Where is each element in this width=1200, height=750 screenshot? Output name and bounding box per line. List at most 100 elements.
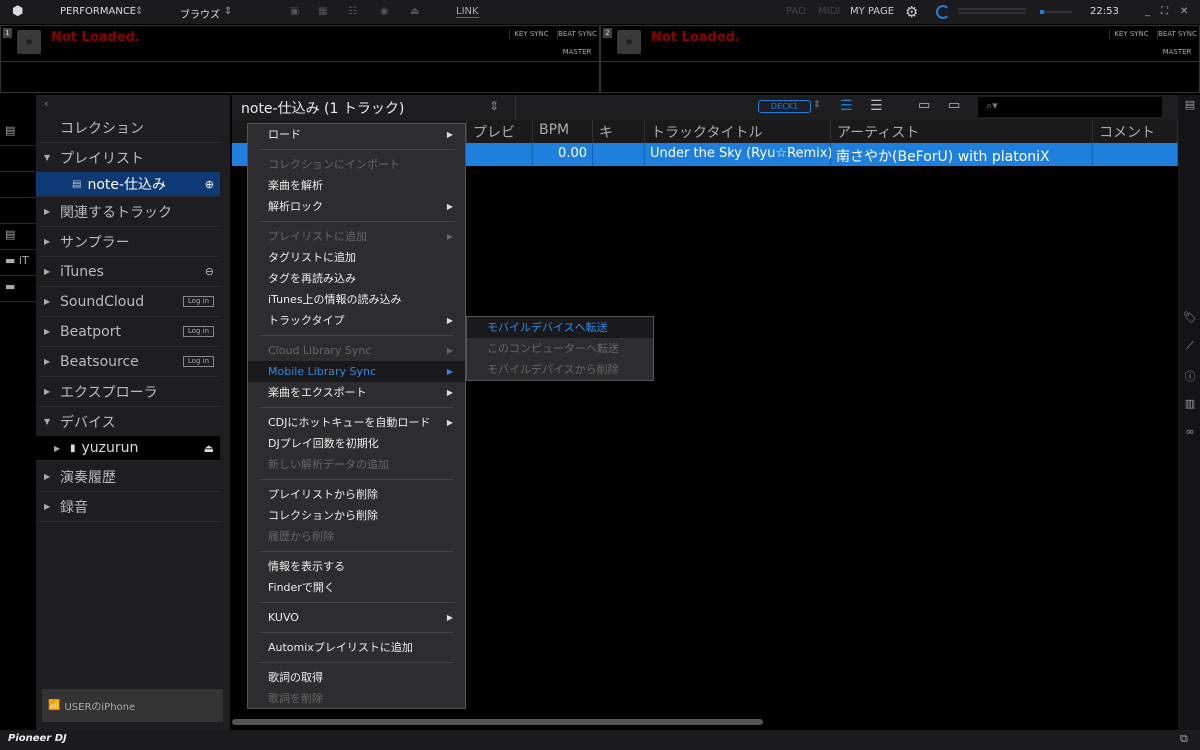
link-chain-icon[interactable]: ∞	[1181, 425, 1199, 445]
menu-item[interactable]: 情報を表示する	[248, 556, 465, 577]
add-icon[interactable]: ⊕	[205, 178, 214, 191]
expander-icon[interactable]: ▶	[44, 327, 60, 336]
column-header-artist[interactable]: アーティスト	[831, 120, 1093, 143]
fx-icon[interactable]: ▣	[290, 6, 299, 17]
deck-chevron-icon[interactable]: ⇕	[813, 100, 821, 110]
mixer-icon[interactable]: ☷	[348, 6, 357, 17]
playlist-icon[interactable]: ▤	[0, 120, 36, 146]
refresh-icon[interactable]: ⊖	[205, 265, 214, 278]
column-header-preview[interactable]: プレビュー	[467, 120, 533, 161]
key-sync-button[interactable]: KEY SYNC	[1109, 30, 1153, 39]
sampler-grid-icon[interactable]: ▦	[318, 6, 327, 17]
horizontal-scrollbar[interactable]	[232, 719, 763, 725]
menu-item[interactable]: CDJにホットキューを自動ロード ▶	[248, 412, 465, 433]
menu-item[interactable]: ロード ▶	[248, 124, 465, 145]
menu-item[interactable]: Automixプレイリストに追加	[248, 637, 465, 658]
login-button[interactable]: Log in	[182, 356, 214, 367]
menu-item[interactable]: タグリストに追加	[248, 247, 465, 268]
menu-item[interactable]: 解析ロック ▶	[248, 196, 465, 217]
record-icon[interactable]: ◉	[380, 6, 389, 17]
expander-icon[interactable]: ▼	[44, 153, 60, 162]
menu-item[interactable]: コレクションから削除	[248, 505, 465, 526]
column-header-bpm[interactable]: BPM	[533, 120, 593, 143]
panel-layout-icon[interactable]: ▭	[918, 98, 930, 113]
sidebar-item[interactable]: ▶ エクスプローラ	[36, 377, 220, 407]
sidebar-item[interactable]: コレクション	[36, 113, 220, 143]
sidebar-item[interactable]: ▶ サンプラー	[36, 227, 220, 257]
sidebar-item[interactable]: ▶ Beatsource Log in	[36, 347, 220, 377]
column-header-key[interactable]: キ	[593, 120, 645, 143]
expander-icon[interactable]: ▶	[54, 444, 70, 453]
column-header-comment[interactable]: コメント	[1093, 120, 1178, 143]
menu-item[interactable]: KUVO ▶	[248, 607, 465, 628]
pad-button[interactable]: PAD	[786, 6, 806, 17]
collapse-sidebar-icon[interactable]: ‹	[44, 97, 48, 110]
menu-item[interactable]: 歌詞の取得	[248, 667, 465, 688]
sidebar-item[interactable]: ▶ Beatport Log in	[36, 317, 220, 347]
folder-icon[interactable]: ▬	[0, 276, 36, 302]
lyrics-icon[interactable]: ▥	[1181, 397, 1199, 417]
info-icon[interactable]: ⓘ	[1181, 368, 1199, 388]
menu-item[interactable]: 楽曲を解析	[248, 175, 465, 196]
close-icon[interactable]: ✕	[1180, 6, 1188, 17]
menu-item[interactable]: Mobile Library Sync ▶	[248, 361, 465, 382]
expander-icon[interactable]: ▶	[44, 502, 60, 511]
column-list-icon[interactable]: ▤	[1181, 98, 1199, 118]
mode-selector[interactable]: PERFORMANCE	[60, 6, 136, 17]
playlist-icon[interactable]: ▤	[0, 224, 36, 250]
master-button[interactable]: MASTER	[557, 48, 597, 57]
gear-icon[interactable]: ⚙	[905, 3, 918, 21]
login-button[interactable]: Log in	[182, 296, 214, 307]
title-chevron-icon[interactable]: ⇕	[489, 99, 499, 113]
volume-slider[interactable]	[1040, 10, 1072, 14]
beat-sync-button[interactable]: BEAT SYNC	[557, 30, 597, 39]
mode-chevron-icon[interactable]: ⇕	[135, 6, 143, 17]
folder-itunes[interactable]: ▬ iT	[0, 250, 36, 276]
list-view-icon[interactable]: ☰	[840, 98, 853, 114]
menu-item[interactable]: タグを再読み込み	[248, 268, 465, 289]
menu-item[interactable]: プレイリストから削除	[248, 484, 465, 505]
rekordbox-logo-icon[interactable]: ⬢	[12, 4, 23, 19]
menu-item[interactable]: トラックタイプ ▶	[248, 310, 465, 331]
panel-layout-2-icon[interactable]: ▭	[948, 98, 960, 113]
expander-icon[interactable]: ▶	[44, 237, 60, 246]
device-button[interactable]: 📶 USERのiPhone	[42, 689, 223, 722]
column-header-title[interactable]: トラックタイトル	[645, 120, 831, 143]
sidebar-item[interactable]: ▶ SoundCloud Log in	[36, 287, 220, 317]
menu-item[interactable]: DJプレイ回数を初期化	[248, 433, 465, 454]
search-input[interactable]: ⌕▾	[978, 97, 1162, 117]
midi-button[interactable]: MIDI	[818, 6, 840, 17]
maximize-icon[interactable]: ⛶	[1161, 6, 1168, 17]
eject-icon[interactable]: ⏏	[204, 442, 214, 455]
view-selector[interactable]: ブラウズ	[180, 6, 220, 21]
key-sync-button[interactable]: KEY SYNC	[509, 30, 553, 39]
submenu-item[interactable]: モバイルデバイスへ転送	[467, 317, 653, 338]
expander-icon[interactable]: ▶	[44, 207, 60, 216]
menu-item[interactable]: iTunes上の情報の読み込み	[248, 289, 465, 310]
menu-item[interactable]: Finderで開く	[248, 577, 465, 598]
sidebar-item[interactable]: ▶ 録音	[36, 492, 220, 522]
expander-icon[interactable]: ▶	[44, 297, 60, 306]
master-button[interactable]: MASTER	[1157, 48, 1197, 57]
expand-icon[interactable]: ⧉	[1180, 732, 1188, 746]
tag-icon[interactable]: 🏷	[1181, 311, 1199, 331]
related-link-icon[interactable]: ⟋	[1181, 339, 1199, 359]
expander-icon[interactable]: ▶	[44, 267, 60, 276]
sidebar-item[interactable]: ▼ プレイリスト	[36, 143, 220, 173]
expander-icon[interactable]: ▶	[44, 387, 60, 396]
compact-list-icon[interactable]: ☰	[870, 98, 883, 114]
expander-icon[interactable]: ▶	[44, 357, 60, 366]
sidebar-item[interactable]: ▶ iTunes ⊖	[36, 257, 220, 287]
expander-icon[interactable]: ▶	[44, 472, 60, 481]
sidebar-item[interactable]: ▼ デバイス	[36, 407, 220, 437]
expander-icon[interactable]: ▼	[44, 417, 60, 426]
my-page-button[interactable]: MY PAGE	[850, 6, 894, 17]
sidebar-item[interactable]: ▶ ▮ yuzurun ⏏	[36, 436, 220, 461]
sidebar-item[interactable]: ▤ note-仕込み ⊕	[36, 172, 220, 197]
deck-target-select[interactable]: DECK1	[758, 100, 811, 113]
beat-sync-button[interactable]: BEAT SYNC	[1157, 30, 1197, 39]
sidebar-item[interactable]: ▶ 演奏履歴	[36, 462, 220, 492]
view-chevron-icon[interactable]: ⇕	[224, 6, 232, 17]
minimize-icon[interactable]: _	[1145, 6, 1150, 17]
menu-item[interactable]: 楽曲をエクスポート ▶	[248, 382, 465, 403]
